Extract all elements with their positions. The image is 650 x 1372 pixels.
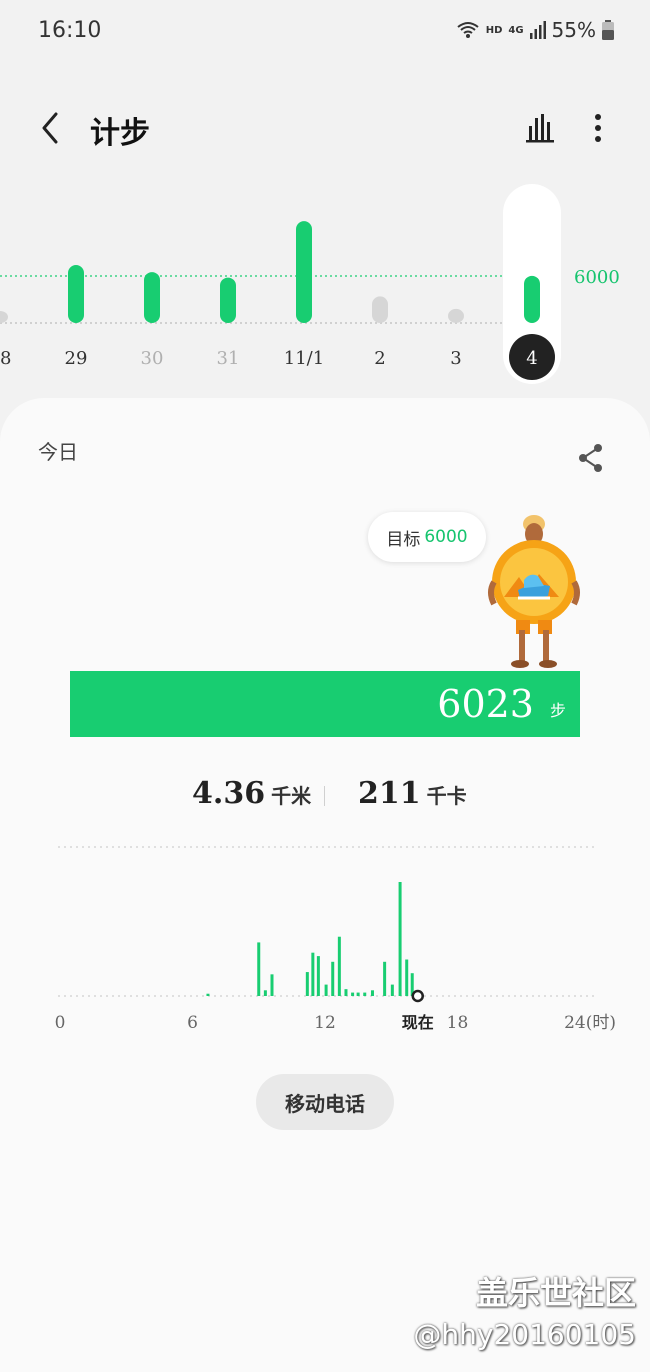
goal-value: 6000: [424, 527, 468, 547]
back-icon[interactable]: [36, 108, 66, 148]
week-day-label[interactable]: 11/1: [284, 348, 324, 369]
hourly-bar: [351, 992, 355, 996]
hourly-bar: [405, 959, 409, 996]
steps-unit: 步: [549, 701, 566, 720]
mascot-illustration: [488, 515, 580, 668]
hourly-bar: [398, 882, 402, 996]
hourly-bar: [311, 952, 315, 996]
hourly-bar: [324, 984, 328, 996]
weekly-steps-chart[interactable]: 28 29 30 31 11/1 2 3 4 6000: [0, 180, 650, 400]
week-day-label[interactable]: 30: [141, 348, 164, 369]
distance-value: 4.36: [192, 776, 266, 811]
goal-bubble: 目标 6000: [368, 512, 486, 562]
calories-unit: 千卡: [426, 784, 467, 808]
hourly-bar: [363, 992, 367, 996]
hourly-bar: [305, 972, 309, 996]
watermark-handle: @hhy20160105: [413, 1318, 636, 1351]
hourly-bar: [316, 956, 320, 996]
week-bar-30[interactable]: [144, 272, 160, 323]
hourly-bar: [206, 993, 210, 996]
week-bar-2[interactable]: [372, 296, 388, 323]
hourly-bar: [356, 992, 360, 996]
hourly-bar: [263, 990, 267, 996]
week-day-label[interactable]: 3: [450, 348, 461, 369]
now-tick-label: 现在: [402, 1013, 434, 1032]
hourly-bar: [270, 974, 274, 996]
signal-type: 4G: [508, 24, 524, 36]
data-source-button[interactable]: 移动电话: [256, 1074, 394, 1130]
hourly-bar: [344, 989, 348, 996]
wifi-icon: [457, 22, 479, 38]
week-bar-29[interactable]: [68, 265, 84, 323]
bar-chart-icon[interactable]: [524, 110, 556, 144]
hourly-bar: [257, 942, 261, 996]
calories-stat: 211 千卡: [358, 776, 467, 811]
week-day-label[interactable]: 28: [0, 348, 11, 369]
watermark-title: 盖乐世社区: [475, 1274, 636, 1312]
network-label: HD: [485, 24, 503, 36]
steps-progress-bar: 6023 步: [70, 671, 580, 737]
x-tick-label: 6: [187, 1013, 198, 1033]
week-bar-4[interactable]: [524, 275, 540, 323]
share-icon[interactable]: [576, 442, 606, 474]
more-options-icon[interactable]: [586, 108, 610, 148]
status-bar: 16:10 HD 4G 55%: [0, 0, 650, 64]
hourly-bar: [331, 961, 335, 996]
week-bar-3[interactable]: [448, 308, 464, 323]
distance-unit: 千米: [271, 784, 312, 808]
x-tick-label: 0: [55, 1013, 66, 1033]
status-time: 16:10: [38, 18, 102, 43]
hourly-bar: [390, 984, 394, 996]
battery-percent: 55%: [551, 18, 596, 42]
x-tick-label: 24(时): [564, 1013, 616, 1033]
distance-stat: 4.36 千米: [192, 776, 311, 811]
today-stats: 4.36 千米 211 千卡: [0, 776, 650, 820]
page-title: 计步: [90, 116, 150, 151]
battery-icon: [602, 20, 614, 40]
hourly-bar: [383, 961, 387, 996]
week-bar-11-1[interactable]: [296, 221, 312, 323]
hourly-bar: [337, 936, 341, 996]
goal-label: 6000: [574, 267, 620, 288]
x-tick-label: 18: [447, 1013, 469, 1033]
hourly-bar: [370, 990, 374, 996]
week-bar-31[interactable]: [220, 277, 236, 323]
signal-icon: [529, 21, 546, 39]
status-icons: HD 4G 55%: [456, 18, 614, 42]
stats-divider: [324, 786, 325, 806]
week-day-label[interactable]: 29: [65, 348, 88, 369]
today-label: 今日: [38, 440, 78, 464]
now-marker: [411, 989, 424, 1003]
steps-count: 6023: [437, 682, 534, 726]
week-day-label[interactable]: 4: [526, 348, 537, 369]
calories-value: 211: [358, 776, 421, 811]
week-day-label[interactable]: 31: [217, 348, 240, 369]
goal-prefix: 目标: [386, 529, 421, 550]
x-tick-label: 12: [314, 1013, 336, 1033]
week-day-label[interactable]: 2: [374, 348, 385, 369]
week-bar-28[interactable]: [0, 311, 8, 323]
hourly-steps-chart: 0 6 12 现在 18 24(时): [55, 846, 616, 1033]
